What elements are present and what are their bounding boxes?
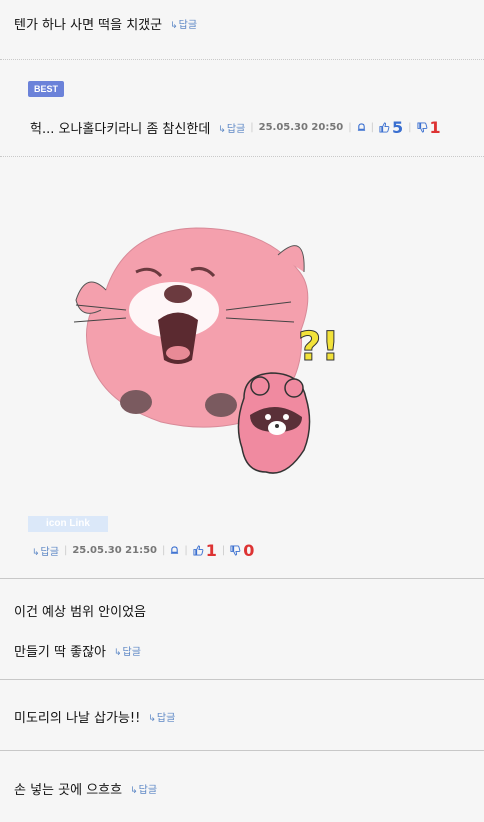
reply-arrow-icon: ↳ (170, 21, 178, 31)
best-badge: BEST (28, 81, 64, 97)
sticker-image: ?! (66, 210, 366, 490)
reply-button[interactable]: ↳답글 (114, 643, 141, 658)
reply-arrow-icon: ↳ (32, 548, 40, 558)
comment-6: 손 넣는 곳에 으흐흐 ↳답글 (14, 779, 484, 798)
comment-text: 텐가 하나 사면 떡을 치갰군 (14, 18, 163, 33)
bell-icon[interactable] (170, 546, 179, 555)
icon-link-label[interactable]: icon Link (28, 516, 108, 532)
like-button[interactable]: 5 (379, 118, 403, 137)
reply-arrow-icon: ↳ (130, 786, 138, 796)
divider (0, 679, 484, 680)
separator: | (63, 545, 68, 556)
separator: | (184, 545, 188, 556)
comment-date: 25.05.30 20:50 (258, 122, 344, 133)
svg-text:?!: ?! (298, 324, 339, 370)
comment-1: 텐가 하나 사면 떡을 치갰군 ↳답글 (14, 14, 484, 33)
bell-icon[interactable] (357, 123, 366, 132)
comment-text: 헉... 오나홀다키라니 좀 참신한데 (30, 122, 211, 137)
comment-text: 이건 예상 범위 안이었음 (14, 605, 146, 620)
comment-2: 헉... 오나홀다키라니 좀 참신한데 ↳답글 | 25.05.30 20:50… (30, 118, 484, 137)
comment-best-area (0, 60, 484, 156)
separator: | (221, 545, 226, 556)
like-button[interactable]: 1 (193, 541, 217, 560)
thumbs-down-icon (417, 122, 427, 133)
comment-text: 만들기 딱 좋잖아 (14, 645, 106, 660)
dislike-count: 0 (243, 541, 255, 560)
thumbs-down-icon (230, 545, 241, 556)
divider (0, 156, 484, 157)
comment-text: 미도리의 나날 삽가능!! (14, 711, 141, 726)
thumbs-up-icon (379, 122, 390, 133)
comment-4-line2: 만들기 딱 좋잖아 ↳답글 (14, 641, 484, 660)
separator: | (370, 122, 375, 133)
dislike-count: 1 (429, 118, 441, 137)
reply-arrow-icon: ↳ (148, 714, 156, 724)
divider (0, 578, 484, 579)
like-count: 5 (392, 118, 404, 137)
dislike-button[interactable]: 1 (417, 118, 441, 137)
reply-button[interactable]: ↳답글 (218, 120, 245, 135)
dislike-button[interactable]: 0 (230, 541, 254, 560)
reply-button[interactable]: ↳답글 (148, 709, 175, 724)
reply-button[interactable]: ↳답글 (170, 16, 197, 31)
separator: | (250, 122, 254, 133)
divider (0, 750, 484, 751)
comment-date: 25.05.30 21:50 (72, 545, 157, 556)
separator: | (162, 545, 166, 556)
reply-arrow-icon: ↳ (114, 648, 122, 658)
reply-button[interactable]: ↳답글 (32, 543, 59, 558)
separator: | (348, 122, 352, 133)
comment-5: 미도리의 나날 삽가능!! ↳답글 (14, 707, 484, 726)
reply-button[interactable]: ↳답글 (130, 781, 157, 796)
like-count: 1 (205, 541, 217, 560)
thumbs-up-icon (193, 545, 204, 556)
separator: | (408, 122, 412, 133)
comment-4: 이건 예상 범위 안이었음 (14, 601, 484, 620)
comment-3-meta: ↳답글 | 25.05.30 21:50 | | 1 | 0 (32, 541, 484, 560)
comment-text: 손 넣는 곳에 으흐흐 (14, 783, 123, 798)
reply-arrow-icon: ↳ (218, 125, 226, 135)
